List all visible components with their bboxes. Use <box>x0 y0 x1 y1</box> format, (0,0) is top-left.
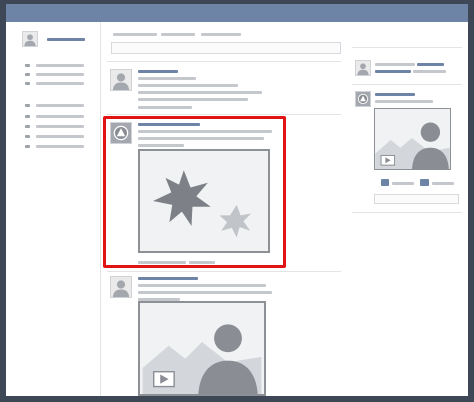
person-head-shape <box>214 324 242 353</box>
widget-avatar[interactable] <box>355 60 371 76</box>
bullet-icon <box>25 125 30 128</box>
sidebar-item-label <box>36 64 84 67</box>
user-icon <box>23 32 37 46</box>
sidebar-item-label <box>36 82 84 85</box>
sidebar-item-label <box>36 73 84 76</box>
widget-text-line <box>375 100 433 103</box>
widget-comment-input[interactable] <box>374 194 459 204</box>
widget-link[interactable] <box>375 70 411 73</box>
post-video[interactable] <box>138 301 266 396</box>
like-label <box>392 182 414 185</box>
widget-link[interactable] <box>417 63 444 66</box>
sidebar-divider <box>100 22 101 396</box>
right-widget-divider <box>352 84 462 85</box>
post-divider <box>107 114 341 115</box>
bullet-icon <box>25 104 30 107</box>
widget-title[interactable] <box>375 93 415 96</box>
video-thumbnail-icon <box>142 303 262 394</box>
person-head-shape <box>420 122 441 142</box>
widget-video[interactable] <box>374 108 451 170</box>
user-icon <box>111 70 131 90</box>
post-avatar[interactable] <box>110 69 132 91</box>
comment-icon[interactable] <box>420 179 429 186</box>
profile-name[interactable] <box>47 38 85 41</box>
browser-frame <box>6 4 468 396</box>
post-text-line <box>138 91 262 94</box>
widget-text-line <box>413 70 446 73</box>
feed-divider <box>107 61 341 62</box>
right-widget-divider <box>352 212 462 213</box>
sidebar-item-label <box>36 145 84 148</box>
comment-label <box>432 182 454 185</box>
post-text-line <box>138 284 266 287</box>
bullet-icon <box>25 64 30 67</box>
profile-avatar[interactable] <box>22 31 38 47</box>
right-column-divider <box>352 47 462 48</box>
post-author[interactable] <box>138 70 178 73</box>
status-composer-input[interactable] <box>111 42 341 54</box>
widget-text-line <box>375 63 415 66</box>
highlight-box <box>103 116 286 268</box>
sidebar-item-label <box>36 104 84 107</box>
bullet-icon <box>25 115 30 118</box>
tab-status[interactable] <box>113 33 157 36</box>
sidebar-item-label <box>36 125 84 128</box>
post-text-line <box>138 84 238 87</box>
post-text-line <box>138 291 272 294</box>
post-meta <box>138 106 192 109</box>
tab-question[interactable] <box>201 33 241 36</box>
sidebar-item-label <box>36 135 84 138</box>
bullet-icon <box>25 82 30 85</box>
post-divider <box>107 271 341 272</box>
bullet-icon <box>25 73 30 76</box>
tab-photo[interactable] <box>161 33 195 36</box>
page-logo-icon <box>356 92 370 106</box>
bullet-icon <box>25 135 30 138</box>
widget-page-avatar[interactable] <box>355 91 371 107</box>
user-icon <box>111 277 131 297</box>
video-thumbnail-icon <box>375 109 450 169</box>
post-avatar[interactable] <box>110 276 132 298</box>
post-text-line <box>138 77 196 80</box>
bullet-icon <box>25 145 30 148</box>
sidebar-item-label <box>36 115 84 118</box>
like-icon[interactable] <box>381 179 389 186</box>
post-author[interactable] <box>138 277 198 280</box>
top-navigation-bar <box>6 4 468 22</box>
post-text-line <box>138 98 248 101</box>
user-icon <box>356 61 370 75</box>
